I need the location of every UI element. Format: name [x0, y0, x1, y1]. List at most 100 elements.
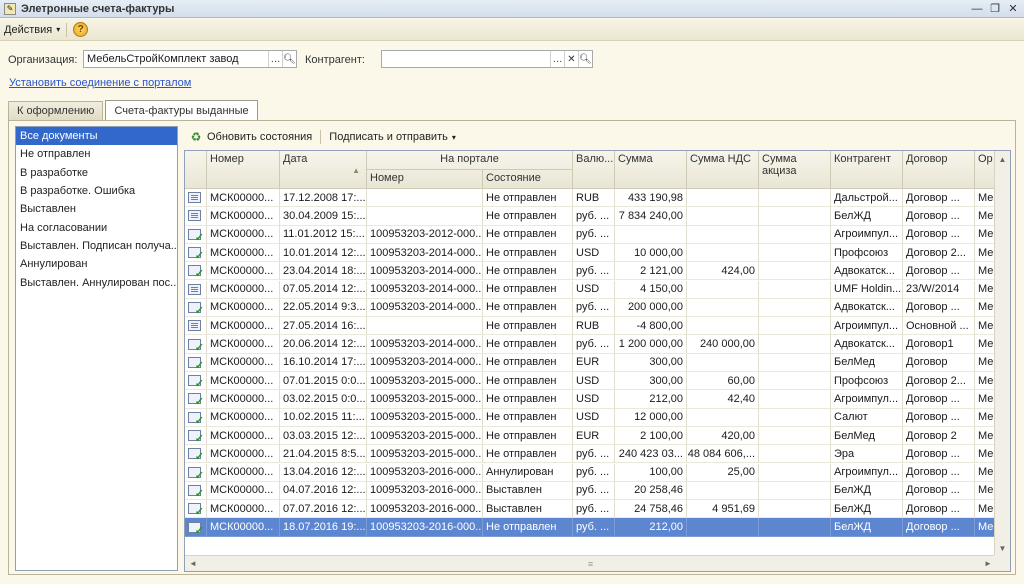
horizontal-scrollbar[interactable]: ◄ ≡ ► [185, 555, 996, 571]
table-row[interactable]: МСК00000...13.04.2016 12:...100953203-20… [185, 463, 996, 482]
table-row[interactable]: МСК00000...21.04.2015 8:5...100953203-20… [185, 445, 996, 464]
scroll-thumb[interactable]: ≡ [201, 559, 980, 569]
refresh-icon[interactable]: ♻ [189, 130, 203, 144]
table-row[interactable]: МСК00000...16.10.2014 17:...100953203-20… [185, 353, 996, 372]
close-icon[interactable]: ✕ [1004, 1, 1022, 16]
help-icon[interactable]: ? [73, 22, 89, 37]
organization-field[interactable]: МебельСтройКомплект завод … 🔍︎ [83, 50, 297, 68]
column-on-portal[interactable]: На портале [367, 151, 573, 170]
document-sent-icon [188, 466, 204, 481]
table-row[interactable]: МСК00000...03.02.2015 0:0...100953203-20… [185, 390, 996, 409]
clear-icon[interactable]: ✕ [564, 51, 578, 67]
row-contract: Договор [903, 353, 975, 372]
filter-item-development-error[interactable]: В разработке. Ошибка [16, 182, 177, 200]
search-icon[interactable]: 🔍︎ [282, 51, 296, 67]
row-number: МСК00000... [207, 243, 280, 263]
filter-item-cancelled[interactable]: Аннулирован [16, 255, 177, 273]
contractor-field[interactable]: … ✕ 🔍︎ [381, 50, 593, 68]
filter-item-approval[interactable]: На согласовании [16, 218, 177, 236]
row-vat: 424,00 [687, 262, 759, 281]
row-excise [759, 372, 831, 391]
row-date: 03.03.2015 12:... [280, 426, 367, 446]
row-contract: Договор 2 [903, 426, 975, 446]
column-organization[interactable]: Ор [975, 151, 996, 189]
row-icon-cell [185, 445, 207, 464]
sign-and-send-button[interactable]: Подписать и отправить [329, 131, 448, 143]
grid-toolbar: ♻ Обновить состояния Подписать и отправи… [189, 128, 456, 146]
tab-to-process[interactable]: К оформлению [8, 101, 104, 120]
row-number: МСК00000... [207, 225, 280, 244]
table-row[interactable]: МСК00000... 17.12.2008 17:... Не отправлен… [185, 189, 996, 208]
row-portal-number [367, 207, 483, 226]
row-contractor: Агроимпул... [831, 225, 903, 244]
document-icon [188, 210, 201, 222]
column-contractor[interactable]: Контрагент [831, 151, 903, 189]
filter-item-issued[interactable]: Выставлен [16, 200, 177, 218]
table-row[interactable]: МСК00000... 07.05.2014 12:... 100953203-20… [185, 280, 996, 299]
column-date[interactable]: Дата ▲ [280, 151, 367, 189]
document-sent-icon [188, 484, 204, 499]
column-excise[interactable]: Сумма акциза [759, 151, 831, 189]
table-row[interactable]: МСК00000... 30.04.2009 15:... Не отправлен… [185, 207, 996, 226]
row-excise [759, 445, 831, 464]
select-ellipsis-icon[interactable]: … [550, 51, 564, 67]
table-row[interactable]: МСК00000...04.07.2016 12:...100953203-20… [185, 481, 996, 501]
tab-issued-invoices[interactable]: Счета-фактуры выданные [105, 100, 258, 120]
row-portal-number [367, 189, 483, 208]
restore-icon[interactable]: ❐ [986, 1, 1004, 16]
scroll-down-icon[interactable]: ▼ [995, 540, 1010, 556]
table-row[interactable]: МСК00000...03.03.2015 12:...100953203-20… [185, 426, 996, 446]
column-portal-state[interactable]: Состояние [483, 170, 573, 189]
row-number: МСК00000... [207, 207, 280, 226]
row-currency: RUB [573, 317, 615, 336]
row-date: 17.12.2008 17:... [280, 189, 367, 208]
window-title: Элетронные счета-фактуры [21, 2, 175, 15]
column-vat[interactable]: Сумма НДС [687, 151, 759, 189]
row-contract: 23/W/2014 [903, 280, 975, 299]
filter-item-issued-cancelled[interactable]: Выставлен. Аннулирован пос... [16, 273, 177, 291]
column-sum[interactable]: Сумма [615, 151, 687, 189]
row-portal-number: 100953203-2016-000... [367, 518, 483, 537]
filter-item-in-development[interactable]: В разработке [16, 164, 177, 182]
column-number[interactable]: Номер [207, 151, 280, 189]
select-ellipsis-icon[interactable]: … [268, 51, 282, 67]
table-row[interactable]: МСК00000...10.01.2014 12:...100953203-20… [185, 243, 996, 263]
row-contractor: Эра [831, 445, 903, 464]
column-currency[interactable]: Валю... [573, 151, 615, 189]
connect-portal-link[interactable]: Установить соединение с порталом [9, 77, 191, 89]
row-date: 21.04.2015 8:5... [280, 445, 367, 464]
icon-column-header[interactable] [185, 151, 207, 189]
table-row[interactable]: МСК00000...07.07.2016 12:...100953203-20… [185, 500, 996, 519]
table-row[interactable]: МСК00000... 27.05.2014 16:... Не отправлен… [185, 317, 996, 336]
row-organization: Ме [975, 225, 996, 244]
search-icon[interactable]: 🔍︎ [578, 51, 592, 67]
table-row[interactable]: МСК00000...10.02.2015 11:...100953203-20… [185, 408, 996, 427]
minimize-icon[interactable]: — [968, 1, 986, 16]
table-row[interactable]: МСК00000...23.04.2014 18:...100953203-20… [185, 262, 996, 281]
row-currency: руб. ... [573, 481, 615, 501]
scroll-left-icon[interactable]: ◄ [185, 559, 201, 568]
row-portal-state: Не отправлен [483, 317, 573, 336]
column-portal-number[interactable]: Номер [367, 170, 483, 189]
row-vat: 420,00 [687, 426, 759, 446]
filter-item-all[interactable]: Все документы [16, 127, 177, 146]
scroll-up-icon[interactable]: ▲ [995, 151, 1010, 167]
actions-menu-label: Действия [4, 23, 53, 36]
row-vat [687, 189, 759, 208]
table-row[interactable]: МСК00000...07.01.2015 0:0...100953203-20… [185, 372, 996, 391]
row-portal-number: 100953203-2014-000... [367, 262, 483, 281]
column-contract[interactable]: Договор [903, 151, 975, 189]
filter-item-issued-signed[interactable]: Выставлен. Подписан получа... [16, 237, 177, 255]
row-contract: Договор ... [903, 463, 975, 482]
actions-menu[interactable]: Действия ▾ [4, 24, 60, 36]
table-row[interactable]: МСК00000...11.01.2012 15:...100953203-20… [185, 225, 996, 244]
row-portal-number: 100953203-2012-000... [367, 225, 483, 244]
vertical-scrollbar[interactable]: ▲ ▼ [994, 151, 1010, 556]
filter-item-not-sent[interactable]: Не отправлен [16, 145, 177, 163]
row-number: МСК00000... [207, 189, 280, 208]
refresh-states-button[interactable]: Обновить состояния [207, 131, 312, 143]
table-row[interactable]: МСК00000...20.06.2014 12:...100953203-20… [185, 335, 996, 354]
table-row[interactable]: МСК00000...18.07.2016 19:...100953203-20… [185, 518, 996, 537]
chevron-down-icon[interactable]: ▾ [452, 133, 456, 142]
table-row[interactable]: МСК00000...22.05.2014 9:3...100953203-20… [185, 298, 996, 318]
